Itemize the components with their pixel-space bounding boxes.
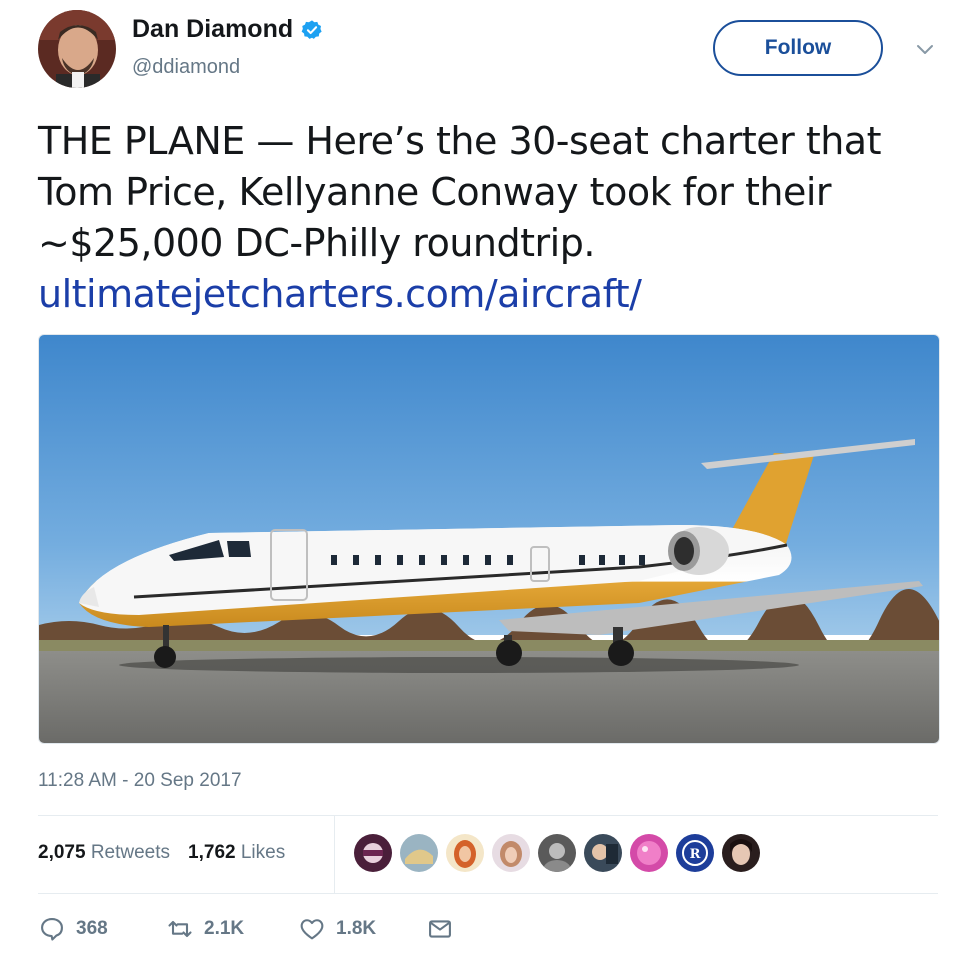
retweet-stat[interactable]: 2,075 Retweets <box>38 842 170 864</box>
like-stat[interactable]: 1,762 Likes <box>188 842 285 864</box>
like-action-count: 1.8K <box>336 918 377 939</box>
tweet-header: Dan Diamond @ddiamond Follow <box>0 0 980 100</box>
tweet-media-image[interactable] <box>38 334 940 744</box>
svg-text:R: R <box>690 847 701 862</box>
retweet-icon[interactable] <box>166 915 194 943</box>
envelope-icon[interactable] <box>426 915 454 943</box>
liker-avatar[interactable] <box>630 834 668 872</box>
stats-divider <box>334 815 335 893</box>
retweet-action[interactable]: 2.1K <box>166 915 298 943</box>
reply-count: 368 <box>76 918 108 939</box>
like-action[interactable]: 1.8K <box>298 915 426 943</box>
message-action[interactable] <box>426 915 454 943</box>
like-label: Likes <box>240 842 286 863</box>
liker-avatar[interactable] <box>446 834 484 872</box>
reply-icon[interactable] <box>38 915 66 943</box>
like-count: 1,762 <box>188 842 236 863</box>
liker-avatar[interactable] <box>400 834 438 872</box>
tweet-text: THE PLANE — Here’s the 30-seat charter t… <box>38 116 948 320</box>
tweet-link[interactable]: ultimatejetcharters.com/aircraft/ <box>38 272 642 316</box>
follow-button[interactable]: Follow <box>713 20 883 76</box>
liker-avatar[interactable] <box>584 834 622 872</box>
action-bar: 368 2.1K 1.8K <box>38 915 454 943</box>
chevron-down-icon[interactable] <box>914 38 936 60</box>
reply-action[interactable]: 368 <box>38 915 166 943</box>
liker-avatar[interactable] <box>492 834 530 872</box>
author-name-text[interactable]: Dan Diamond <box>132 15 293 44</box>
tweet-timestamp[interactable]: 11:28 AM - 20 Sep 2017 <box>38 770 242 792</box>
engagement-stats: 2,075 Retweets 1,762 Likes <box>38 842 285 864</box>
retweet-count: 2,075 <box>38 842 86 863</box>
divider <box>38 815 938 816</box>
plane-photo <box>39 335 939 743</box>
liker-avatar[interactable]: R <box>676 834 714 872</box>
tweet-text-body: THE PLANE — Here’s the 30-seat charter t… <box>38 119 881 265</box>
author-name[interactable]: Dan Diamond <box>132 15 323 44</box>
liker-avatar[interactable] <box>538 834 576 872</box>
heart-icon[interactable] <box>298 915 326 943</box>
divider <box>38 893 938 894</box>
author-avatar[interactable] <box>38 10 116 88</box>
verified-badge-icon <box>301 19 322 39</box>
author-handle[interactable]: @ddiamond <box>132 56 240 79</box>
liker-avatars: R <box>354 834 760 872</box>
retweet-label: Retweets <box>90 842 171 863</box>
liker-avatar[interactable] <box>354 834 392 872</box>
retweet-action-count: 2.1K <box>204 918 245 939</box>
liker-avatar[interactable] <box>722 834 760 872</box>
